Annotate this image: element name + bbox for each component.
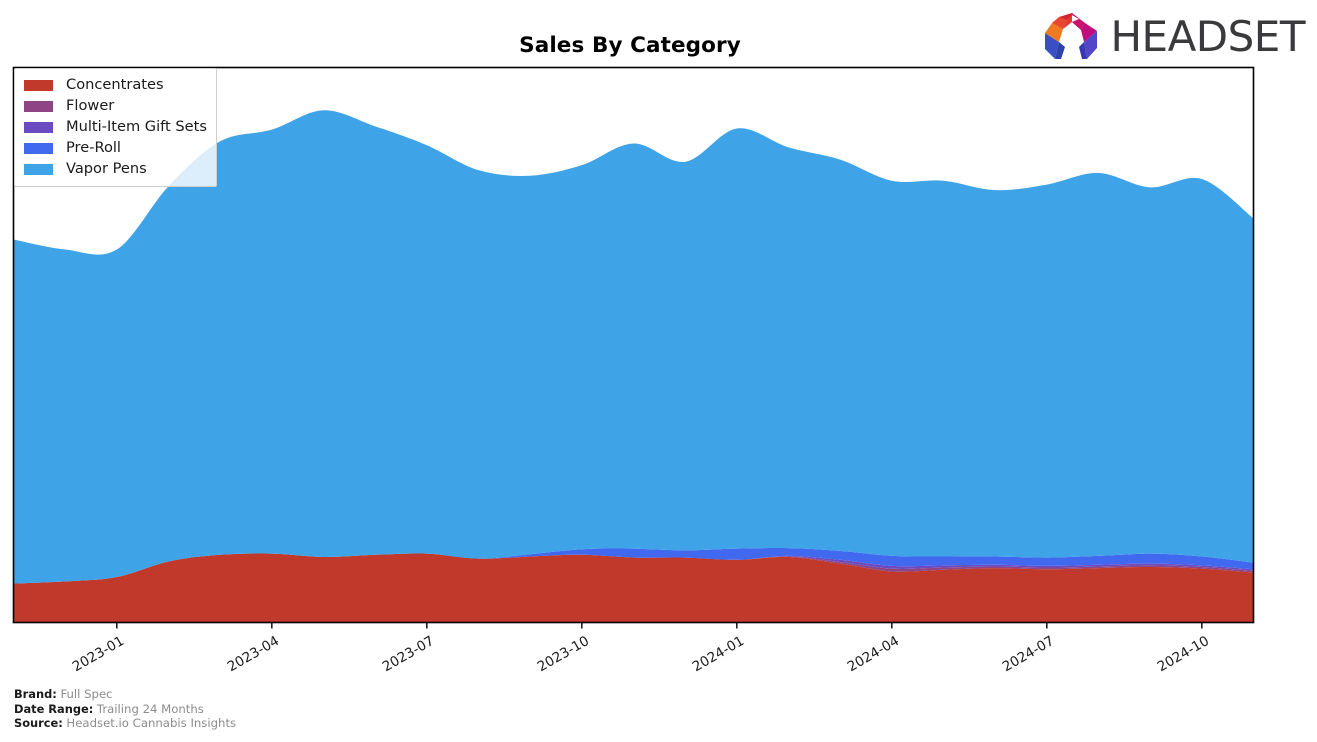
legend-swatch-vapor-pens: [24, 163, 53, 175]
footer-key-date-range: Date Range:: [14, 701, 94, 716]
legend-label-concentrates: Concentrates: [66, 76, 164, 94]
legend-label-pre-roll: Pre-Roll: [66, 138, 121, 156]
legend-swatch-concentrates: [24, 79, 53, 91]
x-axis-ticks: [116, 622, 1203, 629]
stacked-area-series: [13, 110, 1254, 623]
legend-item-multi-item-gift-sets: Multi-Item Gift Sets: [24, 117, 207, 138]
footer-key-source: Source:: [14, 716, 63, 731]
footer-value-date-range: Trailing 24 Months: [96, 701, 204, 716]
footer-line-brand: Brand: Full Spec: [14, 687, 236, 702]
footer-value-source: Headset.io Cannabis Insights: [66, 716, 237, 731]
legend: Concentrates Flower Multi-Item Gift Sets…: [14, 68, 217, 188]
legend-label-multi-item-gift-sets: Multi-Item Gift Sets: [66, 117, 207, 135]
footer-line-source: Source: Headset.io Cannabis Insights: [14, 716, 236, 731]
footer-metadata: Brand: Full Spec Date Range: Trailing 24…: [14, 687, 236, 731]
legend-label-vapor-pens: Vapor Pens: [66, 159, 147, 177]
legend-item-pre-roll: Pre-Roll: [24, 138, 207, 159]
footer-line-date-range: Date Range: Trailing 24 Months: [14, 702, 236, 717]
legend-swatch-multi-item-gift-sets: [24, 121, 53, 133]
legend-item-vapor-pens: Vapor Pens: [24, 159, 207, 180]
legend-swatch-pre-roll: [24, 142, 53, 154]
footer-value-brand: Full Spec: [60, 687, 113, 701]
legend-item-concentrates: Concentrates: [24, 75, 207, 96]
chart-figure: Sales By Category HEADSET Concentrates F…: [0, 0, 1317, 742]
footer-key-brand: Brand:: [14, 687, 57, 701]
legend-swatch-flower: [24, 100, 53, 112]
legend-item-flower: Flower: [24, 96, 207, 117]
legend-label-flower: Flower: [66, 97, 115, 115]
